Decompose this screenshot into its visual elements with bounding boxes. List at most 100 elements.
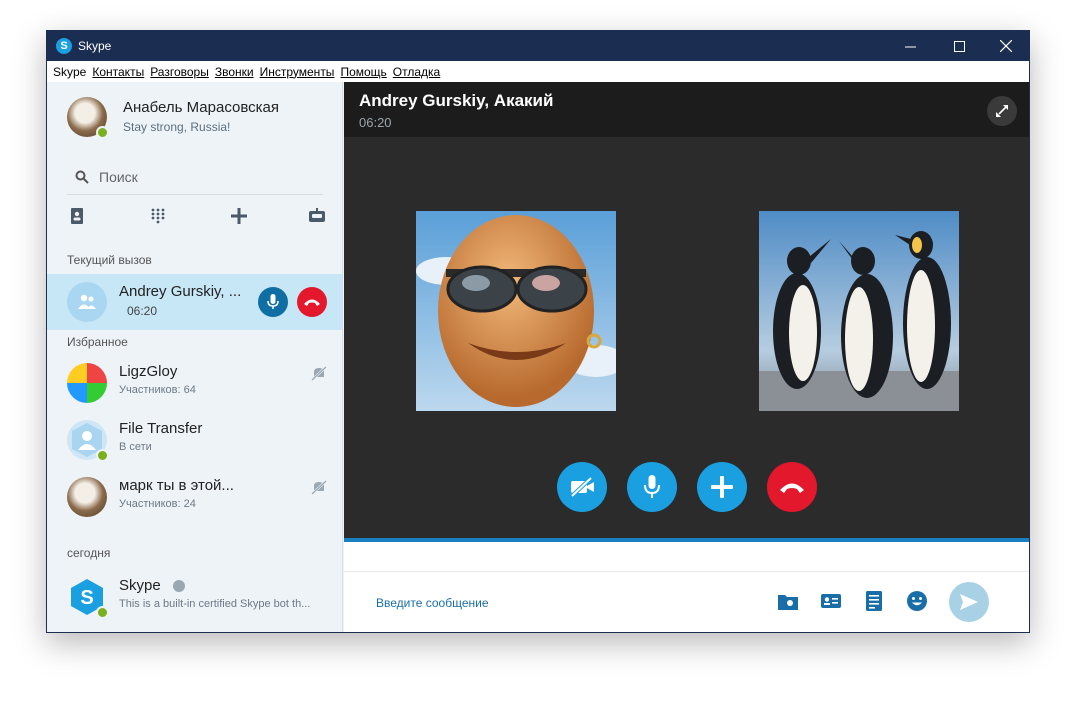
send-file-button[interactable] <box>776 589 800 613</box>
add-icon <box>231 208 247 224</box>
video-off-icon <box>570 477 594 497</box>
send-icon <box>960 594 978 610</box>
skype-bot-avatar: S <box>67 577 109 619</box>
search-icon <box>75 170 89 184</box>
contacts-book-button[interactable] <box>67 206 87 226</box>
current-call-name: Andrey Gurskiy, ... <box>119 283 242 300</box>
menu-bar: Skype Контакты Разговоры Звонки Инструме… <box>47 61 1029 82</box>
participant-avatar-image <box>759 211 959 411</box>
profile-card[interactable]: Анабель Марасовская Stay strong, Russia! <box>67 97 279 139</box>
add-icon <box>711 476 733 498</box>
search-placeholder: Поиск <box>99 169 138 185</box>
contacts-book-icon <box>71 208 83 224</box>
document-icon <box>866 591 882 611</box>
call-mute-button[interactable] <box>258 287 288 317</box>
hangup-icon <box>304 299 320 306</box>
message-input[interactable]: Введите сообщение <box>376 596 489 610</box>
window-title: Skype <box>78 39 112 53</box>
bot-icon <box>309 208 325 222</box>
menu-item-contacts[interactable]: Контакты <box>92 65 144 79</box>
current-call-duration: 06:20 <box>127 304 158 318</box>
favorite-item[interactable]: марк ты в этой... Участников: 24 <box>47 470 342 526</box>
hangup-icon <box>780 483 804 493</box>
menu-item-tools[interactable]: Инструменты <box>260 65 335 79</box>
recent-name: Skype <box>119 577 161 594</box>
favorite-name: LigzGloy <box>119 363 178 380</box>
close-button[interactable] <box>983 31 1029 61</box>
dialpad-icon <box>151 208 165 224</box>
call-controls <box>344 462 1029 512</box>
call-title: Andrey Gurskiy, Акакий <box>359 91 554 110</box>
current-call-row[interactable]: Andrey Gurskiy, ... 06:20 <box>47 274 342 330</box>
dialpad-button[interactable] <box>148 206 168 226</box>
title-bar: S Skype <box>47 31 1029 61</box>
call-duration: 06:20 <box>359 115 392 130</box>
favorite-subtitle: Участников: 24 <box>119 498 196 510</box>
contact-avatar <box>67 420 109 462</box>
fullscreen-button[interactable] <box>987 96 1017 126</box>
svg-text:S: S <box>80 587 93 609</box>
contact-card-icon <box>821 594 841 608</box>
online-status-icon <box>96 606 109 619</box>
mute-microphone-button[interactable] <box>627 462 677 512</box>
hangup-button[interactable] <box>767 462 817 512</box>
emoji-button[interactable] <box>905 589 929 613</box>
folder-share-icon <box>778 595 798 610</box>
skype-logo-icon: S <box>56 38 72 54</box>
participant-video-tile[interactable] <box>416 211 616 411</box>
bots-button[interactable] <box>307 206 327 226</box>
add-contact-button[interactable] <box>229 206 249 226</box>
group-avatar <box>67 282 107 322</box>
profile-avatar[interactable] <box>67 97 109 139</box>
close-icon <box>1000 40 1012 52</box>
muted-notifications-icon <box>311 480 327 495</box>
search-box[interactable]: Поиск <box>75 165 325 189</box>
sidebar-toolbar <box>67 206 327 226</box>
send-document-button[interactable] <box>862 589 886 613</box>
online-status-icon <box>96 449 109 462</box>
recent-item[interactable]: S Skype This is a built-in certified Sky… <box>47 570 342 626</box>
sidebar: Анабель Марасовская Stay strong, Russia!… <box>47 82 343 632</box>
profile-name: Анабель Марасовская <box>123 99 279 116</box>
favorite-subtitle: В сети <box>119 441 152 453</box>
recent-subtitle: This is a built-in certified Skype bot t… <box>119 598 311 610</box>
conversation-pane: Andrey Gurskiy, Акакий 06:20 Введите соо… <box>344 82 1029 632</box>
favorite-name: File Transfer <box>119 420 203 437</box>
send-message-button[interactable] <box>949 582 989 622</box>
divider <box>67 194 323 195</box>
compose-area: Введите сообщение <box>344 542 1029 632</box>
menu-item-help[interactable]: Помощь <box>340 65 386 79</box>
section-today: сегодня <box>67 546 111 560</box>
menu-item-calls[interactable]: Звонки <box>215 65 254 79</box>
group-avatar <box>67 363 107 403</box>
online-status-icon <box>96 126 109 139</box>
call-header: Andrey Gurskiy, Акакий 06:20 <box>344 82 1029 137</box>
favorite-name: марк ты в этой... <box>119 477 234 494</box>
add-participant-button[interactable] <box>697 462 747 512</box>
menu-item-conversations[interactable]: Разговоры <box>150 65 209 79</box>
expand-icon <box>996 105 1008 117</box>
favorite-item[interactable]: LigzGloy Участников: 64 <box>47 356 342 412</box>
toggle-video-button[interactable] <box>557 462 607 512</box>
group-icon <box>78 294 96 309</box>
menu-item-skype[interactable]: Skype <box>53 65 86 79</box>
microphone-icon <box>267 294 279 309</box>
maximize-icon <box>953 40 965 52</box>
menu-item-debug[interactable]: Отладка <box>393 65 440 79</box>
verified-bot-icon <box>173 580 185 592</box>
participant-video-tile[interactable] <box>759 211 959 411</box>
send-contact-button[interactable] <box>819 589 843 613</box>
microphone-icon <box>644 475 660 498</box>
maximize-button[interactable] <box>936 31 982 61</box>
video-stage <box>344 137 1029 538</box>
muted-notifications-icon <box>311 366 327 381</box>
minimize-button[interactable] <box>887 31 933 61</box>
participant-avatar-image <box>416 211 616 411</box>
smiley-icon <box>907 591 927 611</box>
section-current-call: Текущий вызов <box>67 253 152 267</box>
section-favorites: Избранное <box>67 335 128 349</box>
skype-window: S Skype Skype Контакты Разговоры Звонки … <box>46 30 1030 633</box>
call-hangup-button[interactable] <box>297 287 327 317</box>
favorite-item[interactable]: File Transfer В сети <box>47 413 342 469</box>
profile-mood: Stay strong, Russia! <box>123 120 231 134</box>
